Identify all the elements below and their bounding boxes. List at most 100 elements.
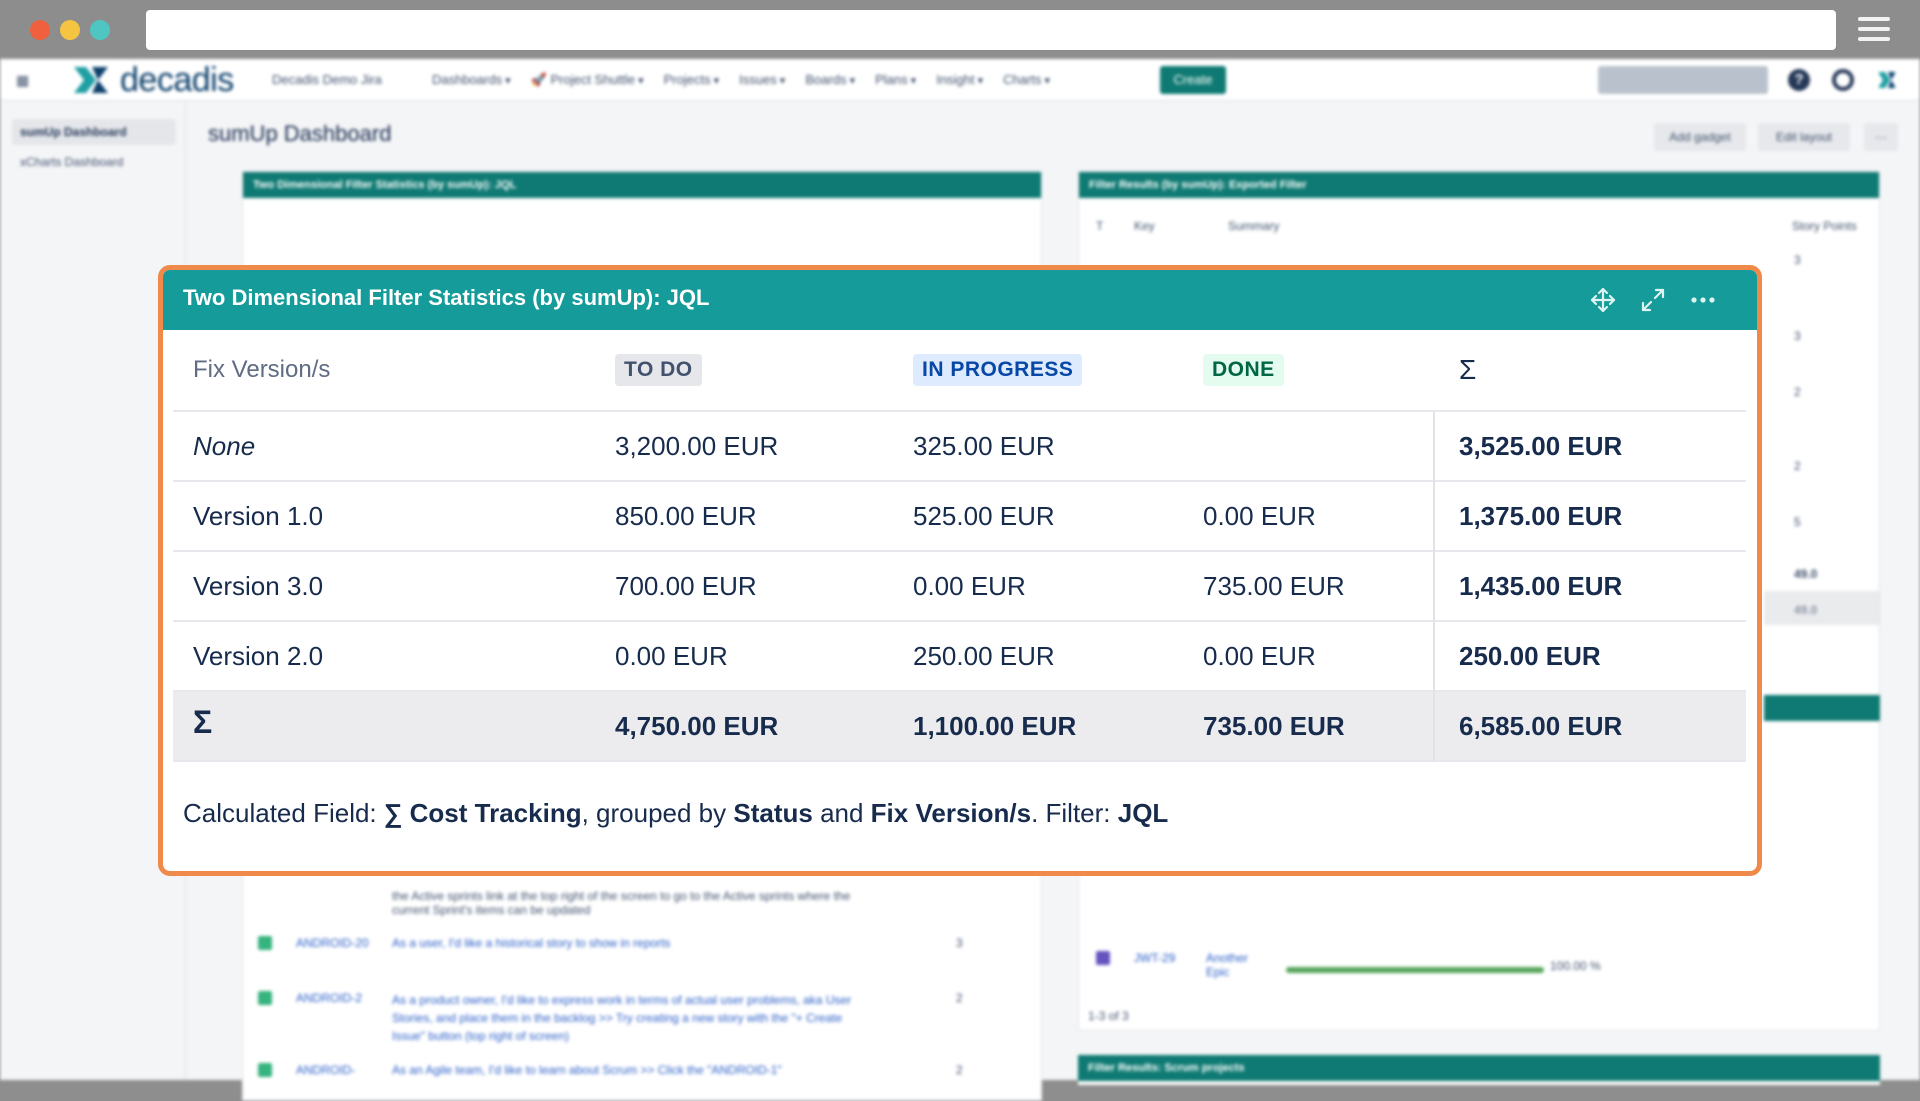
bg-issue-key[interactable]: ANDROID-20 bbox=[296, 936, 369, 950]
cell-in-progress[interactable]: 325.00 EUR bbox=[913, 412, 1055, 480]
site-name[interactable]: Decadis Demo Jira bbox=[272, 72, 382, 87]
bg-issue-key[interactable]: ANDROID-2 bbox=[296, 991, 362, 1005]
nav-insight[interactable]: Insight bbox=[936, 72, 983, 88]
sum-column-header: Σ bbox=[1459, 354, 1477, 385]
edit-layout-button[interactable]: Edit layout bbox=[1758, 123, 1850, 151]
bg-row-text[interactable]: As an Agile team, I'd like to learn abou… bbox=[392, 1063, 872, 1077]
close-window-icon[interactable] bbox=[30, 20, 50, 40]
bg-gadget-header-strip bbox=[1764, 695, 1880, 721]
create-button[interactable]: Create bbox=[1160, 66, 1226, 94]
epic-type-icon bbox=[1096, 951, 1110, 965]
bg-col-story-points: Story Points bbox=[1792, 219, 1857, 233]
gadget-header: Two Dimensional Filter Statistics (by su… bbox=[163, 270, 1757, 330]
totals-row: Σ 4,750.00 EUR 1,100.00 EUR 735.00 EUR 6… bbox=[173, 692, 1746, 762]
nav-plans[interactable]: Plans bbox=[875, 72, 916, 88]
cell-row-sum[interactable]: 250.00 EUR bbox=[1459, 622, 1601, 690]
bg-row-text[interactable]: As a product owner, I'd like to express … bbox=[392, 991, 872, 1045]
cell-in-progress[interactable]: 525.00 EUR bbox=[913, 482, 1055, 550]
expand-icon[interactable] bbox=[1639, 286, 1667, 314]
nav-charts[interactable]: Charts bbox=[1003, 72, 1050, 88]
table-header-row: Fix Version/s TO DO IN PROGRESS DONE Σ bbox=[173, 330, 1746, 412]
help-icon[interactable]: ? bbox=[1788, 69, 1810, 91]
search-input[interactable] bbox=[1598, 66, 1768, 94]
cell-row-sum[interactable]: 1,435.00 EUR bbox=[1459, 552, 1622, 620]
cell-in-progress[interactable]: 0.00 EUR bbox=[913, 552, 1026, 620]
gadget-title: Two Dimensional Filter Statistics (by su… bbox=[183, 285, 710, 310]
address-bar[interactable] bbox=[146, 10, 1836, 50]
add-gadget-button[interactable]: Add gadget bbox=[1654, 123, 1746, 151]
bg-pagination: 1-3 of 3 bbox=[1088, 1009, 1129, 1023]
footer-text: . Filter: bbox=[1031, 798, 1118, 828]
nav-project-shuttle[interactable]: 🚀 Project Shuttle bbox=[531, 72, 644, 88]
top-navigation: ▦ decadis Decadis Demo Jira Dashboards 🚀… bbox=[0, 59, 1920, 101]
bg-issue-key[interactable]: ANDROID- bbox=[296, 1063, 355, 1077]
highlighted-gadget: Two Dimensional Filter Statistics (by su… bbox=[158, 265, 1762, 876]
cell-todo[interactable]: 700.00 EUR bbox=[615, 552, 757, 620]
status-lozenge-todo[interactable]: TO DO bbox=[615, 354, 702, 386]
hamburger-menu-icon[interactable] bbox=[1858, 17, 1890, 43]
profile-logo-icon[interactable] bbox=[1876, 69, 1898, 91]
cell-todo[interactable]: 850.00 EUR bbox=[615, 482, 757, 550]
cell-in-progress[interactable]: 250.00 EUR bbox=[913, 622, 1055, 690]
totals-sigma-label: Σ bbox=[193, 704, 213, 740]
sidebar-item-sumup-dashboard[interactable]: sumUp Dashboard bbox=[12, 119, 176, 145]
total-done[interactable]: 735.00 EUR bbox=[1203, 692, 1345, 760]
status-lozenge-done[interactable]: DONE bbox=[1203, 354, 1284, 386]
story-type-icon bbox=[258, 991, 272, 1005]
bg-gadget-right-title: Filter Results (by sumUp): Exported Filt… bbox=[1079, 172, 1879, 198]
bg-total-row bbox=[1764, 591, 1880, 625]
cell-done[interactable]: 735.00 EUR bbox=[1203, 552, 1345, 620]
cell-row-sum[interactable]: 1,375.00 EUR bbox=[1459, 482, 1622, 550]
bg-row-text[interactable]: As a user, I'd like a historical story t… bbox=[392, 936, 852, 950]
sum-column-divider bbox=[1433, 412, 1435, 762]
row-label: Version 3.0 bbox=[193, 570, 324, 601]
nav-boards[interactable]: Boards bbox=[805, 72, 855, 88]
cell-todo[interactable]: 0.00 EUR bbox=[615, 622, 728, 690]
nav-projects[interactable]: Projects bbox=[664, 72, 720, 88]
sidebar-item-xcharts-dashboard[interactable]: xCharts Dashboard bbox=[12, 149, 176, 175]
status-lozenge-in-progress[interactable]: IN PROGRESS bbox=[913, 354, 1083, 386]
column-header-fix-version[interactable]: Fix Version/s bbox=[193, 356, 330, 384]
total-todo[interactable]: 4,750.00 EUR bbox=[615, 692, 778, 760]
app-switcher-icon[interactable]: ▦ bbox=[16, 72, 32, 88]
footer-text: and bbox=[812, 798, 871, 828]
bg-row-text: the Active sprints link at the top right… bbox=[392, 889, 851, 917]
main-nav: Dashboards 🚀 Project Shuttle Projects Is… bbox=[432, 72, 1050, 88]
nav-dashboards[interactable]: Dashboards bbox=[432, 72, 511, 88]
nav-issues[interactable]: Issues bbox=[739, 72, 785, 88]
story-type-icon bbox=[258, 936, 272, 950]
bg-col-type: T bbox=[1096, 219, 1104, 233]
bg-col-summary: Summary bbox=[1228, 219, 1280, 233]
bg-story-points-total: 49.0 bbox=[1794, 567, 1818, 581]
more-options-button[interactable]: ··· bbox=[1864, 123, 1898, 151]
bg-story-points: 3 bbox=[956, 936, 963, 950]
row-label: Version 1.0 bbox=[193, 500, 324, 531]
cell-done[interactable]: 0.00 EUR bbox=[1203, 622, 1316, 690]
maximize-window-icon[interactable] bbox=[90, 20, 110, 40]
cell-done[interactable]: 0.00 EUR bbox=[1203, 482, 1316, 550]
story-type-icon bbox=[258, 1063, 272, 1077]
cell-row-sum[interactable]: 3,525.00 EUR bbox=[1459, 412, 1622, 480]
cell-todo[interactable]: 3,200.00 EUR bbox=[615, 412, 778, 480]
progress-bar bbox=[1286, 967, 1544, 973]
bg-story-points: 3 bbox=[1794, 253, 1801, 267]
footer-group-fix-version: Fix Version/s bbox=[870, 798, 1032, 828]
move-icon[interactable] bbox=[1589, 286, 1617, 314]
total-in-progress[interactable]: 1,100.00 EUR bbox=[913, 692, 1076, 760]
minimize-window-icon[interactable] bbox=[60, 20, 80, 40]
row-label: Version 2.0 bbox=[193, 640, 324, 671]
bg-progress-pct: 100.00 % bbox=[1550, 959, 1601, 973]
bg-gadget-left-title: Two Dimensional Filter Statistics (by su… bbox=[243, 172, 1041, 198]
settings-gear-icon[interactable] bbox=[1832, 69, 1854, 91]
footer-prefix: Calculated Field: bbox=[183, 798, 384, 828]
bg-story-points: 3 bbox=[1794, 329, 1801, 343]
more-icon[interactable] bbox=[1689, 286, 1717, 314]
grand-total[interactable]: 6,585.00 EUR bbox=[1459, 692, 1622, 760]
footer-calculated-field: ∑ Cost Tracking bbox=[383, 798, 582, 828]
table-row: Version 1.0 850.00 EUR 525.00 EUR 0.00 E… bbox=[173, 482, 1746, 552]
bg-row-text[interactable]: Another Epic bbox=[1206, 951, 1262, 979]
bg-issue-key[interactable]: JWT-29 bbox=[1134, 951, 1175, 965]
bg-story-points: 2 bbox=[1794, 385, 1801, 399]
logo-text: decadis bbox=[120, 61, 234, 99]
bg-story-points: 2 bbox=[956, 1063, 963, 1077]
